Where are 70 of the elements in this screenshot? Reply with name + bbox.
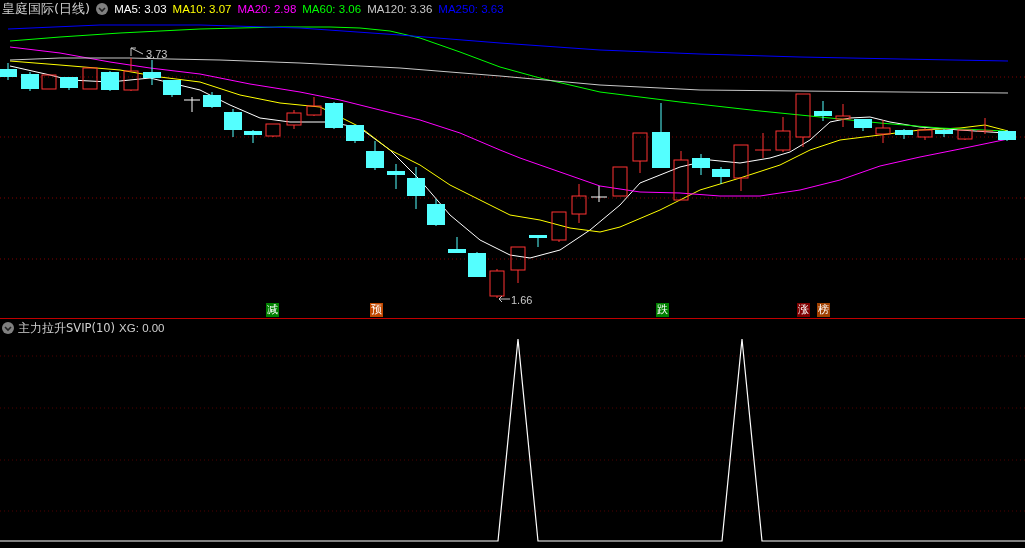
chevron-down-circle-icon[interactable] [2,322,14,334]
candlestick [712,166,730,185]
signal-marker: 减 [266,303,279,317]
candlestick [346,124,364,144]
indicator-reading: XG: 0.00 [119,322,165,334]
moving-average-legend: MA10: 3.07 [172,3,232,15]
candlestick [692,153,710,176]
candlestick [143,59,161,86]
candlestick [183,96,201,113]
candlestick [814,100,832,122]
candlestick [998,129,1016,142]
candlestick [60,76,78,91]
indicator-title: 主力拉升SVIP(10) [18,320,116,336]
candlestick [754,132,772,159]
candlestick [468,251,486,278]
candlestick [306,96,322,117]
candlestick [632,132,648,174]
candlestick [41,74,57,90]
candlestick [775,116,791,153]
candlestick [733,144,749,192]
moving-average-legend: MA60: 3.06 [302,3,362,15]
candlestick [612,166,628,197]
candlestick [917,127,933,141]
candlestick [203,91,221,109]
candlestick [875,119,891,144]
candlestick [854,118,872,132]
candlestick [407,166,425,210]
candlestick [673,150,689,201]
price-label: 1.66 [511,294,533,306]
candlestick [325,101,343,130]
arrow-icon [498,295,511,303]
chevron-down-circle-icon[interactable] [96,3,109,15]
candlestick [427,198,445,227]
candlestick [571,183,587,224]
signal-marker: 涨 [797,303,810,317]
candlestick [976,117,994,135]
candlestick [387,163,405,190]
candlestick [510,246,526,284]
moving-average-legend: MA20: 2.98 [237,3,297,15]
candlestick [224,108,242,138]
signal-marker: 榜 [817,303,830,317]
candlestick [590,185,608,203]
candlestick [101,70,119,92]
moving-average-legend: MA120: 3.36 [367,3,433,15]
candlestick [448,236,466,254]
candlestick [82,67,98,90]
candlestick [163,79,181,98]
moving-average-legend: MA250: 3.63 [438,3,504,15]
candlestick [835,103,851,128]
arrow-icon [130,47,144,57]
price-label: 3.73 [146,48,168,60]
candlestick [489,268,505,299]
moving-average-legend: MA5: 3.03 [114,3,167,15]
candlestick [265,123,281,138]
candlestick [935,128,953,138]
signal-marker: 预 [370,303,383,317]
candlestick [366,140,384,171]
candlestick [21,71,39,92]
candlestick [244,129,262,144]
candlestick [957,129,973,141]
candlestick [551,211,567,243]
signal-marker: 跌 [656,303,669,317]
candlestick [795,93,811,148]
candlestick [123,57,139,92]
candlestick [652,102,670,169]
candlestick [0,62,17,81]
candlestick [895,128,913,140]
chart-title: 皇庭国际(日线) [2,0,91,18]
candlestick [529,234,547,248]
candlestick [286,109,302,130]
